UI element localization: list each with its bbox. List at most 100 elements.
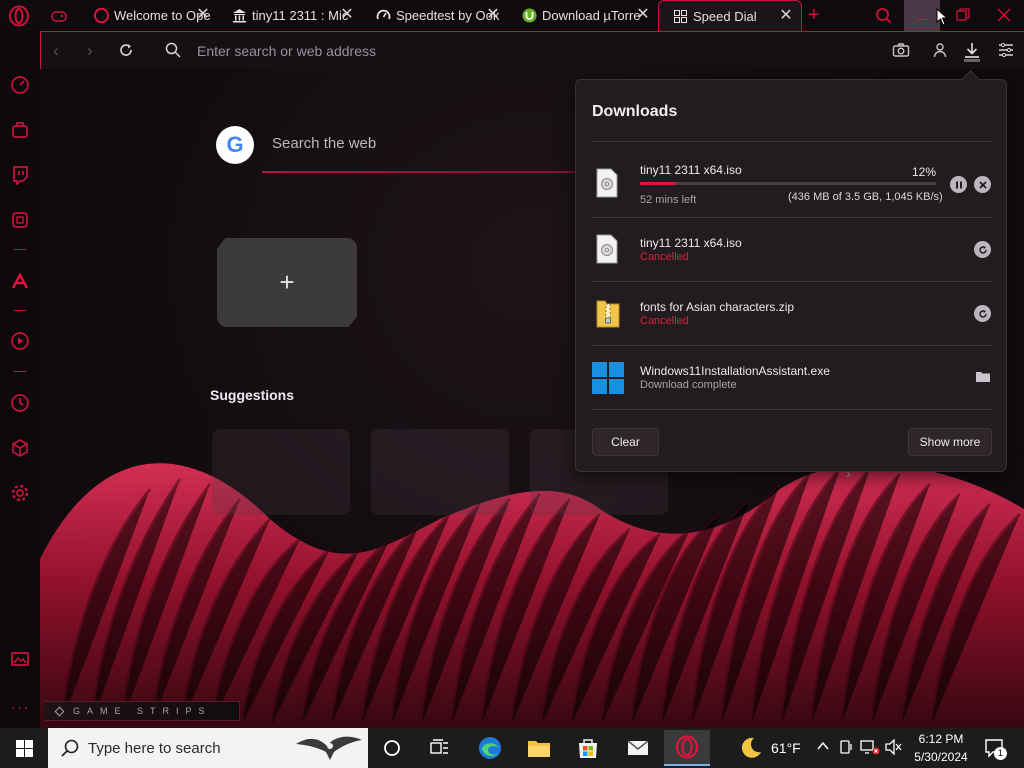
forward-arrow-icon[interactable]: › <box>87 41 103 60</box>
camera-snapshot-icon[interactable] <box>892 42 910 58</box>
file-explorer-icon[interactable] <box>519 732 559 764</box>
twitch-icon[interactable] <box>8 163 32 187</box>
close-icon[interactable]: ✕ <box>338 6 356 24</box>
download-item[interactable]: Windows11InstallationAssistant.exe Downl… <box>592 347 993 409</box>
taskbar-search-box[interactable] <box>48 728 368 768</box>
close-window-button[interactable] <box>996 7 1012 23</box>
opera-menu-icon[interactable] <box>8 5 30 27</box>
download-item[interactable]: fonts for Asian characters.zip Cancelled <box>592 283 993 345</box>
sidebar: ··· <box>0 31 40 728</box>
show-more-button[interactable]: Show more <box>908 428 992 456</box>
chevron-up-icon[interactable] <box>816 739 830 753</box>
game-strips-label: GAME STRIPS <box>73 706 212 716</box>
tab-tiny11[interactable]: tiny11 2311 : Mic ✕ <box>218 0 362 31</box>
download-status: Cancelled <box>640 251 689 263</box>
more-dots-icon[interactable]: ··· <box>8 696 32 720</box>
close-icon[interactable]: ✕ <box>484 6 502 24</box>
address-bar: ‹ › <box>40 31 1024 69</box>
reload-icon[interactable] <box>118 42 134 58</box>
microsoft-store-icon[interactable] <box>568 732 608 764</box>
downloads-icon[interactable] <box>961 40 983 62</box>
task-view-icon[interactable] <box>420 732 460 764</box>
download-item[interactable]: tiny11 2311 x64.iso 12% 52 mins left (43… <box>592 152 993 214</box>
speaker-muted-icon[interactable] <box>885 738 903 756</box>
discord-icon[interactable] <box>8 208 32 232</box>
search-icon <box>61 739 79 757</box>
maximize-button[interactable] <box>956 8 970 22</box>
download-filename: tiny11 2311 x64.iso <box>640 236 742 250</box>
clock-time[interactable]: 6:12 PM <box>916 732 966 746</box>
game-controller-icon[interactable] <box>8 118 32 142</box>
tab-utorrent[interactable]: Download µTorre ✕ <box>508 0 658 31</box>
retry-icon <box>978 309 987 318</box>
cancel-download-button[interactable] <box>974 176 991 193</box>
weather-temperature[interactable]: 61°F <box>771 740 801 756</box>
close-icon[interactable]: ✕ <box>634 6 652 24</box>
game-strips-bar[interactable]: GAME STRIPS <box>44 701 240 721</box>
disc-image-icon <box>596 234 618 264</box>
diamond-icon <box>54 706 65 716</box>
add-site-tile[interactable]: + <box>217 238 357 327</box>
sidebar-divider <box>14 371 26 372</box>
edge-browser-icon[interactable] <box>470 732 510 764</box>
new-tab-plus-icon[interactable]: + <box>808 3 826 27</box>
address-input[interactable] <box>197 41 697 61</box>
history-clock-icon[interactable] <box>8 391 32 415</box>
tab-speed-dial[interactable]: Speed Dial ✕ <box>658 0 802 31</box>
wallpaper-icon[interactable] <box>8 647 32 671</box>
settings-gear-icon[interactable] <box>8 481 32 505</box>
device-icon[interactable] <box>838 739 854 755</box>
speedometer-icon[interactable] <box>8 73 32 97</box>
divider <box>592 345 993 346</box>
mail-icon[interactable] <box>618 732 658 764</box>
network-icon[interactable] <box>860 739 880 755</box>
weather-moon-icon[interactable] <box>739 736 763 760</box>
search-tabs-icon[interactable] <box>875 7 893 25</box>
pause-button[interactable] <box>950 176 967 193</box>
download-progress-bar <box>640 182 936 185</box>
download-status: Download complete <box>640 379 737 391</box>
download-status: Cancelled <box>640 315 689 327</box>
minimize-button[interactable] <box>904 0 940 31</box>
start-windows-icon[interactable] <box>4 732 44 764</box>
downloads-title: Downloads <box>592 103 678 120</box>
close-icon[interactable]: ✕ <box>777 7 795 25</box>
tab-welcome[interactable]: Welcome to Ope ✕ <box>80 0 218 31</box>
extensions-cube-icon[interactable] <box>8 436 32 460</box>
back-arrow-icon[interactable]: ‹ <box>53 41 69 60</box>
retry-button[interactable] <box>974 241 991 258</box>
player-icon[interactable] <box>8 329 32 353</box>
aria-icon[interactable] <box>8 269 32 293</box>
pause-icon <box>955 181 962 188</box>
search-web-placeholder[interactable]: Search the web <box>272 135 376 152</box>
sidebar-divider <box>14 310 26 311</box>
download-percent: 12% <box>912 165 937 179</box>
suggestion-tile-placeholder <box>371 429 509 515</box>
retry-icon <box>978 245 987 254</box>
clock-date[interactable]: 5/30/2024 <box>912 750 970 764</box>
web-search-box[interactable]: G Search the web <box>216 126 596 174</box>
opera-icon <box>94 8 109 23</box>
open-folder-button[interactable] <box>975 370 991 383</box>
search-icon <box>165 42 181 58</box>
grid-icon <box>673 9 688 24</box>
close-icon[interactable]: ✕ <box>194 6 212 24</box>
download-filename: tiny11 2311 x64.iso <box>640 163 742 177</box>
search-highlight-bird-icon <box>296 736 362 760</box>
easy-setup-menu-icon[interactable] <box>998 42 1014 58</box>
google-logo-icon: G <box>216 126 254 164</box>
gamepad-icon[interactable] <box>50 7 68 25</box>
retry-button[interactable] <box>974 305 991 322</box>
windows-logo-icon <box>592 362 624 394</box>
sidebar-divider <box>14 249 26 250</box>
zip-folder-icon <box>596 298 620 328</box>
suggestion-tile-placeholder <box>212 429 350 515</box>
cortana-icon[interactable] <box>372 732 412 764</box>
download-item[interactable]: tiny11 2311 x64.iso Cancelled <box>592 219 993 281</box>
taskbar-search-input[interactable] <box>88 739 278 757</box>
opera-gx-taskbar-icon[interactable] <box>664 730 710 766</box>
clear-button[interactable]: Clear <box>592 428 659 456</box>
tab-speedtest[interactable]: Speedtest by Ook ✕ <box>362 0 508 31</box>
account-icon[interactable] <box>932 42 948 58</box>
notification-center-icon[interactable]: 1 <box>984 737 1007 760</box>
